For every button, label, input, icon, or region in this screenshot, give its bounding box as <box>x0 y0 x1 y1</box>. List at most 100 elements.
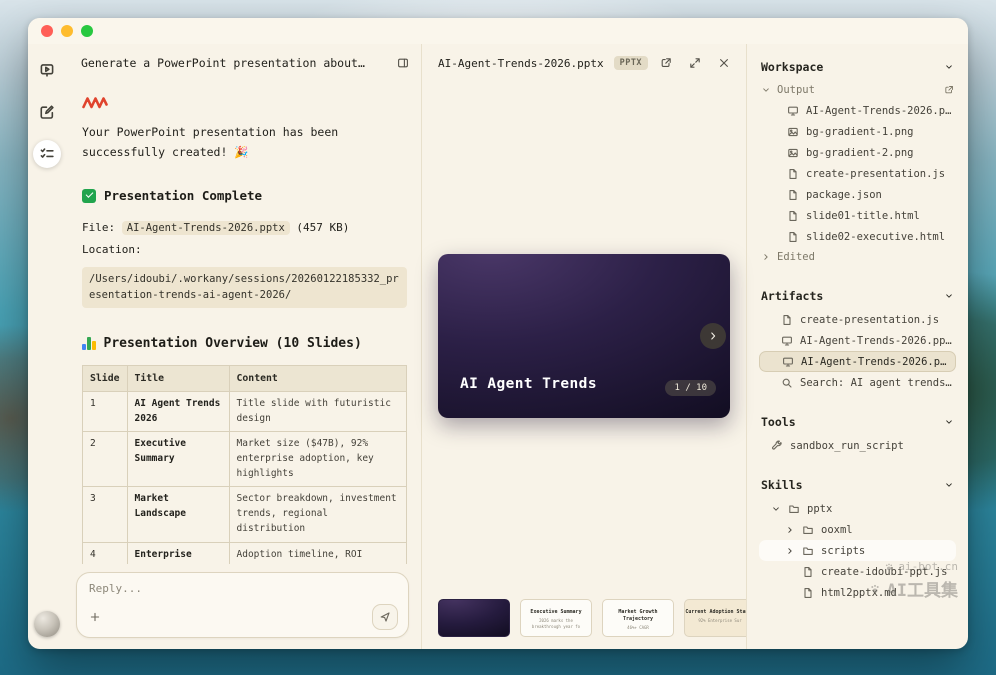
slide-thumbnail[interactable]: Executive Summary 2026 marks the breakth… <box>520 599 592 637</box>
workspace-file-item[interactable]: slide02-executive.html <box>759 226 956 247</box>
send-icon <box>379 611 391 623</box>
skill-file-item[interactable]: html2pptx.md <box>759 582 956 603</box>
workspace-file-item[interactable]: create-presentation.js <box>759 163 956 184</box>
reply-input[interactable] <box>89 582 398 595</box>
workspace-file-item[interactable]: slide01-title.html <box>759 205 956 226</box>
slide-preview[interactable]: AI Agent Trends 1 / 10 <box>438 254 730 418</box>
slide-thumbnail[interactable] <box>438 599 510 637</box>
attach-button[interactable] <box>89 611 101 623</box>
artifact-item[interactable]: create-presentation.js <box>759 309 956 330</box>
edited-group-row[interactable]: Edited <box>759 247 956 267</box>
external-link-icon[interactable] <box>944 85 954 95</box>
overview-heading: Presentation Overview (10 Slides) <box>82 336 407 351</box>
tool-item[interactable]: sandbox_run_script <box>759 435 956 456</box>
image-icon <box>787 147 799 159</box>
compose-icon <box>39 104 55 120</box>
thumbnail-subtitle: 46%+ CAGR <box>603 625 673 631</box>
file-icon <box>787 189 799 201</box>
edited-group-label: Edited <box>777 251 815 263</box>
file-icon <box>787 231 799 243</box>
chevron-down-icon <box>944 417 954 427</box>
thumbnail-strip: Executive Summary 2026 marks the breakth… <box>422 593 746 649</box>
send-button[interactable] <box>372 604 398 630</box>
workspace-title: Workspace <box>761 60 823 74</box>
skill-label: html2pptx.md <box>821 587 897 599</box>
cell-content: Market size ($47B), 92% enterprise adopt… <box>229 432 407 487</box>
skills-section-header[interactable]: Skills <box>759 470 956 498</box>
skill-file-item[interactable]: create-idoubi-ppt.js <box>759 561 956 582</box>
table-row: 4 Enterprise Adoption timeline, ROI <box>83 542 407 564</box>
output-group-row[interactable]: Output <box>759 80 956 100</box>
external-link-icon[interactable] <box>660 57 672 69</box>
cell-title: Executive Summary <box>127 432 229 487</box>
chevron-right-icon <box>707 330 719 342</box>
close-window-button[interactable] <box>41 25 53 37</box>
compose-nav-button[interactable] <box>33 98 61 126</box>
slide-title: AI Agent Trends <box>460 376 597 392</box>
cell-title: Market Landscape <box>127 487 229 542</box>
zoom-window-button[interactable] <box>81 25 93 37</box>
table-row: 3 Market Landscape Sector breakdown, inv… <box>83 487 407 542</box>
plus-icon <box>89 611 101 623</box>
tools-title: Tools <box>761 415 796 429</box>
artifact-item[interactable]: Search: AI agent trends… <box>759 372 956 393</box>
skill-folder-scripts[interactable]: scripts <box>759 540 956 561</box>
file-label: create-presentation.js <box>806 168 945 180</box>
toggle-panel-button[interactable] <box>397 57 409 69</box>
chevron-down-icon <box>761 85 771 95</box>
file-label: package.json <box>806 189 882 201</box>
close-icon[interactable] <box>718 57 730 69</box>
thumbnail-title: Executive Summary <box>521 609 591 616</box>
workspace-file-item[interactable]: bg-gradient-2.png <box>759 142 956 163</box>
artifact-label: Search: AI agent trends… <box>800 377 952 389</box>
cell-slide: 3 <box>83 487 128 542</box>
tasks-nav-button[interactable] <box>33 140 61 168</box>
right-sidebar: Workspace Output AI-Agent-Trends-2026.p…… <box>746 44 968 649</box>
expand-icon[interactable] <box>689 57 701 69</box>
minimize-window-button[interactable] <box>61 25 73 37</box>
icon-rail <box>28 44 66 649</box>
thumbnail-subtitle: 92% Enterprise Sur <box>685 618 746 624</box>
cell-content: Title slide with futuristic design <box>229 391 407 431</box>
skill-folder-pptx[interactable]: pptx <box>759 498 956 519</box>
user-message: Generate a PowerPoint presentation about… <box>81 56 389 70</box>
tools-section-header[interactable]: Tools <box>759 407 956 435</box>
table-header-row: Slide Title Content <box>83 365 407 391</box>
cell-slide: 2 <box>83 432 128 487</box>
cell-title: AI Agent Trends 2026 <box>127 391 229 431</box>
next-slide-button[interactable] <box>700 323 726 349</box>
workspace-file-item[interactable]: bg-gradient-1.png <box>759 121 956 142</box>
slide-stage: AI Agent Trends 1 / 10 <box>422 78 746 593</box>
preview-panel: AI-Agent-Trends-2026.pptx PPTX AI Agent … <box>422 44 746 649</box>
presentation-complete-heading: Presentation Complete <box>82 188 407 203</box>
slide-thumbnail[interactable]: Current Adoption Status 92% Enterprise S… <box>684 599 746 637</box>
workspace-file-item[interactable]: package.json <box>759 184 956 205</box>
slideshow-nav-button[interactable] <box>33 56 61 84</box>
chevron-down-icon <box>944 480 954 490</box>
slides-overview-table: Slide Title Content 1 AI Agent Trends 20… <box>82 365 407 564</box>
skill-folder-ooxml[interactable]: ooxml <box>759 519 956 540</box>
pptx-badge: PPTX <box>614 56 648 70</box>
skill-label: scripts <box>821 545 865 557</box>
workspace-file-item[interactable]: AI-Agent-Trends-2026.p… <box>759 100 956 121</box>
user-avatar[interactable] <box>34 611 60 637</box>
chevron-down-icon <box>771 504 781 514</box>
image-icon <box>787 126 799 138</box>
chat-panel: Generate a PowerPoint presentation about… <box>66 44 422 649</box>
col-header-title: Title <box>127 365 229 391</box>
file-label: slide01-title.html <box>806 210 920 222</box>
tasks-icon <box>39 146 55 162</box>
skill-label: pptx <box>807 503 832 515</box>
table-row: 1 AI Agent Trends 2026 Title slide with … <box>83 391 407 431</box>
artifact-item-selected[interactable]: AI-Agent-Trends-2026.pp… <box>759 351 956 372</box>
display-icon <box>787 105 799 117</box>
preview-header: AI-Agent-Trends-2026.pptx PPTX <box>422 44 746 78</box>
assistant-logo-icon <box>82 94 407 107</box>
artifact-item[interactable]: AI-Agent-Trends-2026.pp… <box>759 330 956 351</box>
artifacts-section-header[interactable]: Artifacts <box>759 281 956 309</box>
workspace-section-header[interactable]: Workspace <box>759 52 956 80</box>
artifact-label: create-presentation.js <box>800 314 939 326</box>
chevron-right-icon <box>785 546 795 556</box>
slide-thumbnail[interactable]: Market Growth Trajectory 46%+ CAGR <box>602 599 674 637</box>
file-label: AI-Agent-Trends-2026.p… <box>806 105 951 117</box>
